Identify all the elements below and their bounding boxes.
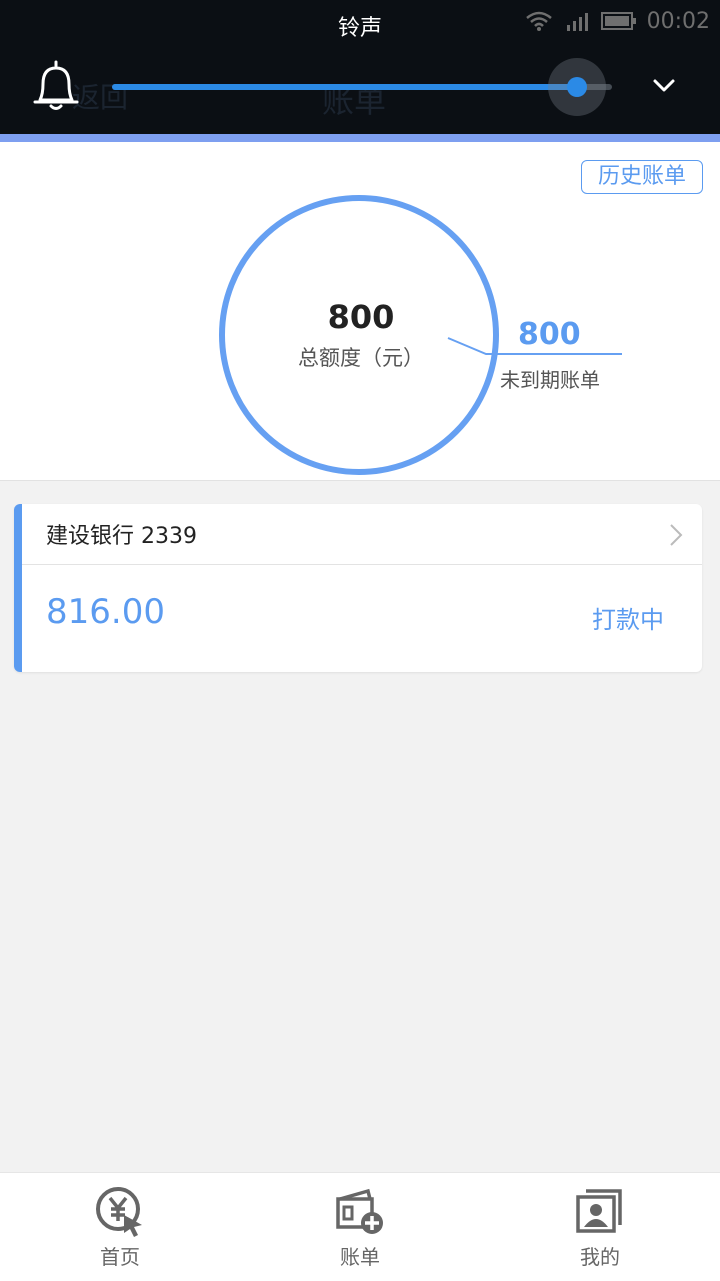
pending-label: 未到期账单 (500, 368, 600, 392)
signal-icon (566, 13, 588, 31)
bell-icon[interactable] (30, 58, 82, 114)
bill-summary: 历史账单 800 总额度（元） 800 未到期账单 (0, 142, 720, 481)
tab-mine[interactable]: 我的 (480, 1173, 720, 1281)
volume-overlay: 铃声 00:02 返回 账单 (0, 0, 720, 134)
tab-bills-label: 账单 (340, 1245, 380, 1269)
pending-amount: 800 (518, 317, 581, 352)
slider-fill (112, 84, 577, 90)
status-bar: 00:02 (525, 8, 710, 34)
volume-slider[interactable] (112, 58, 612, 116)
chevron-right-icon[interactable] (668, 522, 684, 548)
card-accent-bar (14, 504, 22, 672)
card-amount: 816.00 (46, 592, 165, 632)
header-bottom-strip (0, 134, 720, 142)
card-divider (22, 564, 702, 565)
total-amount: 800 (327, 298, 395, 336)
tab-mine-label: 我的 (580, 1245, 620, 1269)
bill-card[interactable]: 建设银行 2339 816.00 打款中 (14, 504, 702, 672)
card-status: 打款中 (592, 606, 664, 634)
slider-thumb-dot (567, 77, 587, 97)
battery-icon (600, 12, 636, 30)
wifi-icon (525, 11, 552, 31)
tab-home-label: 首页 (100, 1245, 140, 1269)
tab-home[interactable]: 首页 (0, 1173, 240, 1281)
yuan-cursor-icon (96, 1187, 142, 1237)
header-title: 账单 (322, 82, 387, 120)
status-time: 00:02 (646, 8, 710, 34)
profile-card-icon (576, 1189, 622, 1233)
tab-bills[interactable]: 账单 (240, 1173, 480, 1281)
card-bank-name: 建设银行 2339 (46, 524, 197, 549)
history-bills-button[interactable]: 历史账单 (581, 160, 703, 194)
slider-thumb[interactable] (548, 58, 606, 116)
bottom-tab-bar: 首页 账单 我的 (0, 1172, 720, 1281)
chevron-down-icon[interactable] (650, 76, 678, 96)
wallet-plus-icon (336, 1188, 383, 1234)
